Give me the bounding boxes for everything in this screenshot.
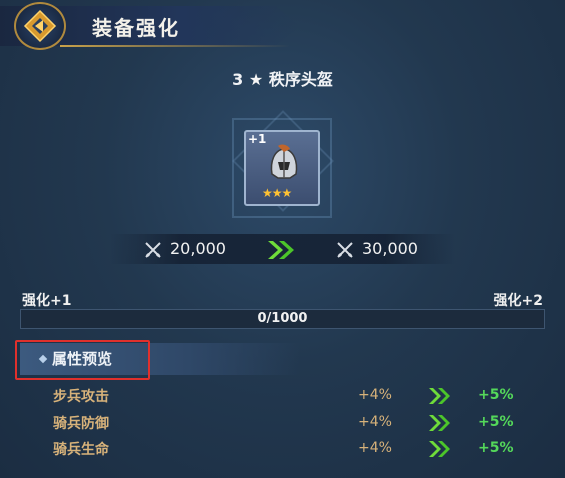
double-chevron-right-icon xyxy=(429,441,450,457)
page-title: 装备强化 xyxy=(92,16,180,40)
double-chevron-right-icon xyxy=(429,415,450,431)
power-comparison: 20,000 30,000 xyxy=(0,234,565,264)
stat-next: +5% xyxy=(478,387,514,403)
rarity-stars: ★★★ xyxy=(262,186,292,200)
stat-row: 骑兵生命 +4% +5% xyxy=(0,438,565,460)
item-name: 秩序头盔 xyxy=(268,70,333,89)
stat-current: +4% xyxy=(358,387,392,403)
back-button[interactable] xyxy=(14,2,66,50)
stat-next: +5% xyxy=(478,440,514,456)
double-chevron-right-icon xyxy=(429,388,450,404)
star-icon: ★ xyxy=(248,70,264,89)
stat-row: 骑兵防御 +4% +5% xyxy=(0,412,565,434)
level-from-label: 强化+1 xyxy=(22,293,72,309)
crossed-swords-icon xyxy=(337,242,353,258)
stat-name: 骑兵生命 xyxy=(53,442,109,458)
stat-current: +4% xyxy=(358,414,392,430)
stat-row: 步兵攻击 +4% +5% xyxy=(0,385,565,407)
double-chevron-right-icon xyxy=(268,241,294,259)
diamond-back-icon xyxy=(23,9,57,43)
helmet-icon xyxy=(270,144,298,179)
stat-name: 步兵攻击 xyxy=(53,389,109,405)
stat-current: +4% xyxy=(358,440,392,456)
crossed-swords-icon xyxy=(145,242,161,258)
progress-bar: 0/1000 xyxy=(20,309,545,329)
stat-name: 骑兵防御 xyxy=(53,416,109,432)
item-name-line: 3 ★ 秩序头盔 xyxy=(0,66,565,90)
level-to-label: 强化+2 xyxy=(493,293,543,309)
power-current: 20,000 xyxy=(170,239,226,258)
header-bar: 装备强化 xyxy=(0,0,565,52)
item-slot[interactable]: +1 ★★★ xyxy=(244,130,320,206)
title-underline xyxy=(60,45,290,47)
stat-next: +5% xyxy=(478,414,514,430)
highlight-box xyxy=(15,340,150,380)
item-star-count: 3 xyxy=(232,70,244,89)
power-next: 30,000 xyxy=(362,239,418,258)
progress-text: 0/1000 xyxy=(257,311,308,326)
